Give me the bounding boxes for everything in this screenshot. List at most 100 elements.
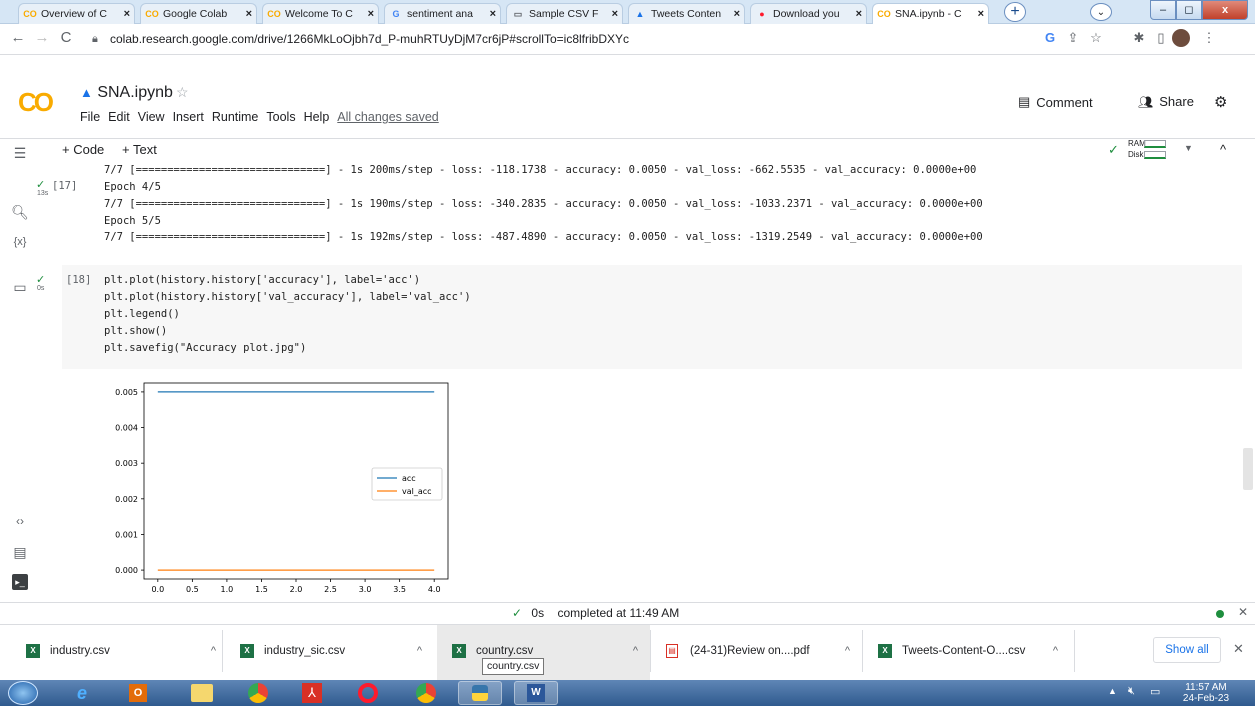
network-icon[interactable]: ▭ xyxy=(1150,685,1160,698)
save-status[interactable]: All changes saved xyxy=(337,110,438,124)
reload-icon[interactable]: C xyxy=(56,28,76,48)
file-icon: ▭ xyxy=(513,8,523,19)
menu-file[interactable]: File xyxy=(80,110,100,124)
browser-tab[interactable]: ▲ Tweets Conten × xyxy=(628,3,745,24)
table-of-contents-icon[interactable]: ☰ xyxy=(10,145,30,162)
maximize-button[interactable]: ◻ xyxy=(1176,0,1202,20)
word-icon[interactable]: W xyxy=(514,681,558,705)
internet-explorer-icon[interactable]: e xyxy=(60,681,104,705)
google-translate-icon[interactable]: G xyxy=(1041,30,1059,45)
search-icon[interactable]: 🔍︎ xyxy=(10,204,30,221)
settings-gear-icon[interactable]: ⚙ xyxy=(1214,93,1227,111)
x-tick-label: 3.5 xyxy=(393,585,406,594)
close-tab-icon[interactable]: × xyxy=(246,8,252,20)
browser-tab[interactable]: Gsentiment ana × xyxy=(384,3,501,24)
star-icon[interactable]: ☆ xyxy=(176,84,189,101)
tab-title: Welcome To C xyxy=(285,8,353,20)
minimize-button[interactable]: – xyxy=(1150,0,1176,20)
close-tab-icon[interactable]: × xyxy=(368,8,374,20)
acrobat-icon[interactable]: ⅄ xyxy=(290,681,334,705)
chevron-up-icon[interactable]: ^ xyxy=(211,645,216,657)
tab-title: Sample CSV F xyxy=(529,8,599,20)
start-button[interactable] xyxy=(8,681,38,705)
menu-view[interactable]: View xyxy=(138,110,165,124)
bookmark-star-icon[interactable]: ☆ xyxy=(1087,30,1105,46)
resource-monitor[interactable]: ✓ RAM Disk ▼ xyxy=(1108,138,1193,163)
side-panel-icon[interactable]: ▯ xyxy=(1152,30,1170,46)
terminal-icon[interactable]: ▸_ xyxy=(12,574,28,590)
close-tab-icon[interactable]: × xyxy=(490,8,496,20)
forward-icon[interactable]: → xyxy=(32,28,52,48)
download-item[interactable]: ▤ (24-31)Review on....pdf ^ xyxy=(666,632,850,670)
menu-edit[interactable]: Edit xyxy=(108,110,130,124)
scrollbar-thumb[interactable] xyxy=(1243,448,1253,490)
share-button[interactable]: 👥︎ Share xyxy=(1138,94,1194,109)
code-line[interactable]: plt.legend() xyxy=(104,308,180,320)
add-code-button[interactable]: + Code xyxy=(62,142,104,157)
profile-avatar[interactable] xyxy=(1172,29,1190,47)
chevron-up-icon[interactable]: ^ xyxy=(633,645,638,657)
file-explorer-icon[interactable] xyxy=(180,681,224,705)
add-text-button[interactable]: + Text xyxy=(122,142,157,157)
tab-search-button[interactable]: ⌄ xyxy=(1090,3,1112,21)
close-tab-icon[interactable]: × xyxy=(124,8,130,20)
browser-tab[interactable]: ▭ Sample CSV F × xyxy=(506,3,623,24)
url-text[interactable]: colab.research.google.com/drive/1266MkLo… xyxy=(110,32,629,46)
command-palette-icon[interactable]: ▤ xyxy=(10,544,30,561)
python-icon[interactable] xyxy=(458,681,502,705)
close-tab-icon[interactable]: × xyxy=(856,8,862,20)
browser-menu-icon[interactable]: ⋮ xyxy=(1200,30,1218,46)
notebook-filename[interactable]: SNA.ipynb xyxy=(97,84,173,101)
share-page-icon[interactable]: ⇪ xyxy=(1064,30,1082,46)
close-tab-icon[interactable]: × xyxy=(612,8,618,20)
back-icon[interactable]: ← xyxy=(8,28,28,48)
lock-icon[interactable]: 🔒︎ xyxy=(92,33,98,46)
close-tab-icon[interactable]: × xyxy=(734,8,740,20)
code-line[interactable]: plt.show() xyxy=(104,325,167,337)
chevron-up-icon[interactable]: ^ xyxy=(417,645,422,657)
chevron-up-icon[interactable]: ^ xyxy=(1053,645,1058,657)
code-line[interactable]: plt.plot(history.history['val_accuracy']… xyxy=(104,291,471,303)
show-all-downloads-button[interactable]: Show all xyxy=(1153,637,1221,663)
variables-icon[interactable]: {x} xyxy=(10,236,30,248)
browser-tab[interactable]: CO Google Colab × xyxy=(140,3,257,24)
execution-status[interactable]: ✓ 0s completed at 11:49 AM xyxy=(512,606,679,620)
menu-insert[interactable]: Insert xyxy=(173,110,204,124)
code-snippets-icon[interactable]: ‹› xyxy=(10,514,30,528)
browser-tab[interactable]: ● Download you × xyxy=(750,3,867,24)
menu-help[interactable]: Help xyxy=(304,110,330,124)
download-item[interactable]: X Tweets-Content-O....csv ^ xyxy=(878,632,1058,670)
connection-dot-icon[interactable] xyxy=(1216,610,1224,618)
browser-tab[interactable]: CO SNA.ipynb - C × xyxy=(872,3,989,24)
files-folder-icon[interactable]: ▭ xyxy=(10,279,30,296)
tab-title: Download you xyxy=(773,8,840,20)
chevron-up-icon[interactable]: ^ xyxy=(845,645,850,657)
download-item[interactable]: X industry.csv ^ xyxy=(26,632,216,670)
close-downloads-icon[interactable]: ✕ xyxy=(1233,641,1244,657)
chrome-icon[interactable] xyxy=(236,681,280,705)
close-tab-icon[interactable]: × xyxy=(978,8,984,20)
close-window-button[interactable]: x xyxy=(1202,0,1248,20)
notebook-title[interactable]: ▲ SNA.ipynb xyxy=(80,84,173,102)
code-line[interactable]: plt.savefig("Accuracy plot.jpg") xyxy=(104,342,306,354)
volume-muted-icon[interactable]: 🔇︎ xyxy=(1128,685,1135,698)
tray-expand-icon[interactable]: ▲ xyxy=(1108,686,1117,696)
browser-tab[interactable]: CO Welcome To C × xyxy=(262,3,379,24)
extensions-icon[interactable]: ✱ xyxy=(1130,30,1148,46)
comment-button[interactable]: ▤ Comment xyxy=(1018,94,1093,110)
menu-runtime[interactable]: Runtime xyxy=(212,110,259,124)
runtime-dropdown-icon[interactable]: ▼ xyxy=(1184,143,1193,153)
download-item[interactable]: X industry_sic.csv ^ xyxy=(240,632,422,670)
chevron-up-icon[interactable]: ^ xyxy=(1220,142,1226,157)
colab-logo[interactable]: CO xyxy=(18,87,54,118)
menu-tools[interactable]: Tools xyxy=(266,110,295,124)
taskbar-clock[interactable]: 11:57 AM 24-Feb-23 xyxy=(1176,682,1236,704)
browser-tab[interactable]: CO Overview of C × xyxy=(18,3,135,24)
download-item[interactable]: X country.csv ^ xyxy=(452,632,638,670)
chrome-icon[interactable] xyxy=(404,681,448,705)
close-status-icon[interactable]: ✕ xyxy=(1238,605,1248,619)
new-tab-button[interactable]: + xyxy=(1004,2,1026,22)
opera-icon[interactable] xyxy=(346,681,390,705)
code-line[interactable]: plt.plot(history.history['accuracy'], la… xyxy=(104,274,420,286)
outlook-icon[interactable]: O xyxy=(116,681,160,705)
